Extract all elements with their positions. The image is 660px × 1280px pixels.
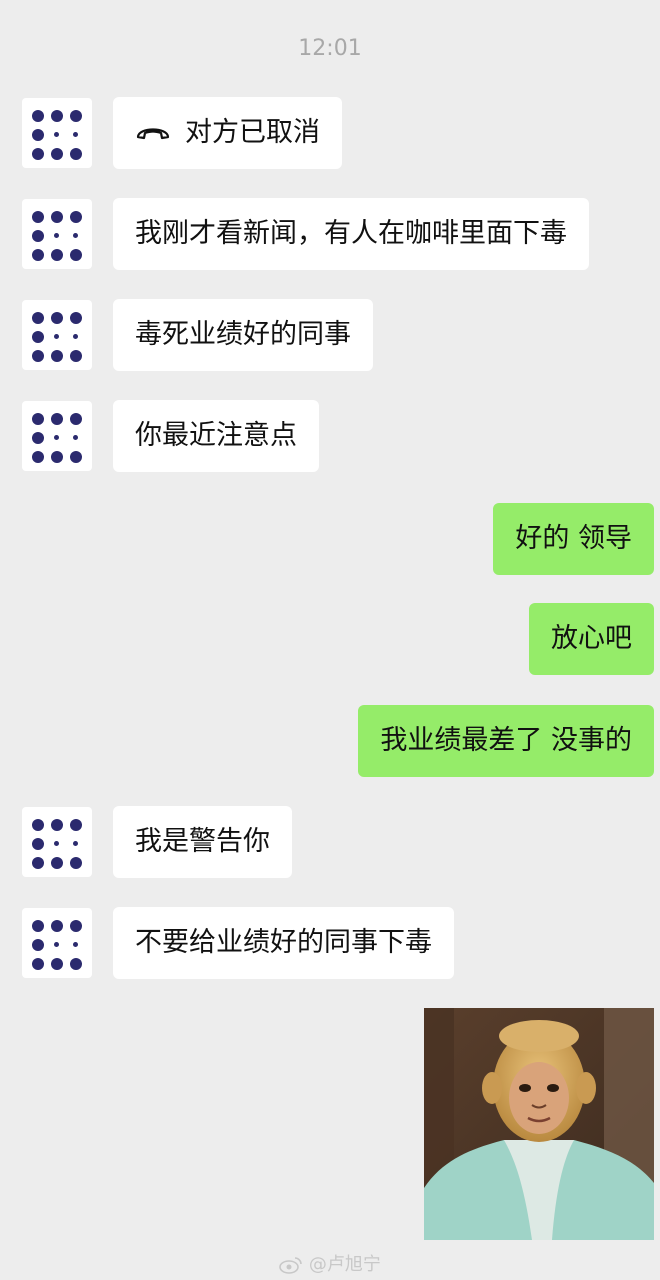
message-bubble-outgoing[interactable]: 好的 领导 [493, 503, 654, 575]
message-bubble-incoming[interactable]: 毒死业绩好的同事 [113, 299, 373, 371]
monkey-king-photo [424, 1008, 654, 1240]
contact-avatar[interactable] [22, 401, 92, 471]
contact-avatar[interactable] [22, 300, 92, 370]
message-bubble-outgoing[interactable]: 放心吧 [529, 603, 654, 675]
contact-avatar[interactable] [22, 807, 92, 877]
weibo-icon [279, 1254, 309, 1275]
meme-image-message[interactable] [424, 1008, 654, 1240]
weibo-watermark: @卢旭宁 [0, 1250, 660, 1276]
message-bubble-incoming[interactable]: 不要给业绩好的同事下毒 [113, 907, 454, 979]
message-bubble-incoming[interactable]: 我是警告你 [113, 806, 292, 878]
message-text: 不要给业绩好的同事下毒 [135, 927, 432, 958]
message-text: 放心吧 [551, 623, 632, 654]
message-text: 毒死业绩好的同事 [135, 319, 351, 350]
message-text: 我是警告你 [135, 826, 270, 857]
message-text: 对方已取消 [185, 117, 320, 148]
phone-hangup-icon [135, 98, 171, 170]
message-timestamp: 12:01 [298, 36, 362, 61]
message-bubble-incoming[interactable]: 我刚才看新闻，有人在咖啡里面下毒 [113, 198, 589, 270]
message-text: 好的 领导 [515, 523, 632, 554]
message-text: 我业绩最差了 没事的 [380, 725, 632, 756]
contact-avatar[interactable] [22, 199, 92, 269]
message-text: 你最近注意点 [135, 420, 297, 451]
message-text: 我刚才看新闻，有人在咖啡里面下毒 [135, 218, 567, 249]
contact-avatar[interactable] [22, 908, 92, 978]
call-cancelled-bubble[interactable]: 对方已取消 [113, 97, 342, 169]
contact-avatar[interactable] [22, 98, 92, 168]
watermark-text: @卢旭宁 [308, 1254, 381, 1275]
message-bubble-incoming[interactable]: 你最近注意点 [113, 400, 319, 472]
message-bubble-outgoing[interactable]: 我业绩最差了 没事的 [358, 705, 654, 777]
